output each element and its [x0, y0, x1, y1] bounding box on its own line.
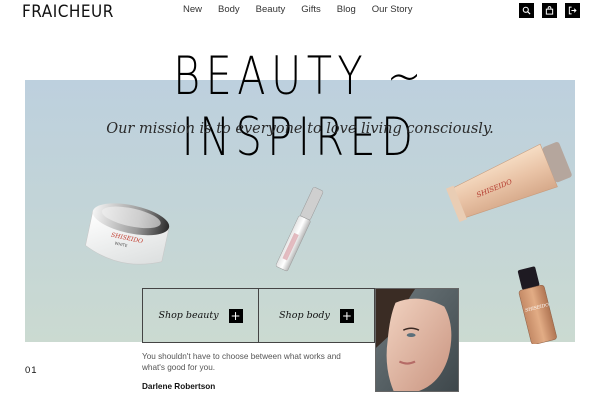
- shop-body-label: Shop body: [279, 310, 330, 321]
- slide-counter: 01: [25, 365, 38, 376]
- logout-icon[interactable]: [565, 3, 580, 18]
- nav-item-body[interactable]: Body: [218, 4, 240, 15]
- model-portrait-image: [375, 288, 459, 392]
- nav-item-new[interactable]: New: [183, 4, 202, 15]
- search-icon[interactable]: [519, 3, 534, 18]
- lotion-tube-image: SHISEIDO: [446, 142, 572, 223]
- shop-beauty-label: Shop beauty: [158, 310, 219, 321]
- mascara-tube-image: [275, 187, 324, 272]
- nav-item-gifts[interactable]: Gifts: [301, 4, 321, 15]
- header-icons: [519, 3, 580, 18]
- foundation-bottle-image: SHISEIDO: [517, 266, 557, 344]
- nav-item-blog[interactable]: Blog: [337, 4, 356, 15]
- brand-logo[interactable]: FRAICHEUR: [22, 2, 114, 22]
- shop-beauty-button[interactable]: Shop beauty +: [142, 288, 259, 343]
- nav-item-beauty[interactable]: Beauty: [256, 4, 286, 15]
- bag-icon[interactable]: [542, 3, 557, 18]
- testimonial-quote: You shouldn't have to choose between wha…: [142, 352, 341, 372]
- nav-item-our-story[interactable]: Our Story: [372, 4, 413, 15]
- shop-body-button[interactable]: Shop body +: [258, 288, 375, 343]
- cream-jar-image: SHISEIDO WHITE: [85, 203, 170, 265]
- plus-icon: +: [339, 308, 354, 323]
- plus-icon: +: [228, 308, 243, 323]
- testimonial-author: Darlene Robertson: [142, 382, 216, 391]
- main-nav: New Body Beauty Gifts Blog Our Story: [183, 4, 428, 15]
